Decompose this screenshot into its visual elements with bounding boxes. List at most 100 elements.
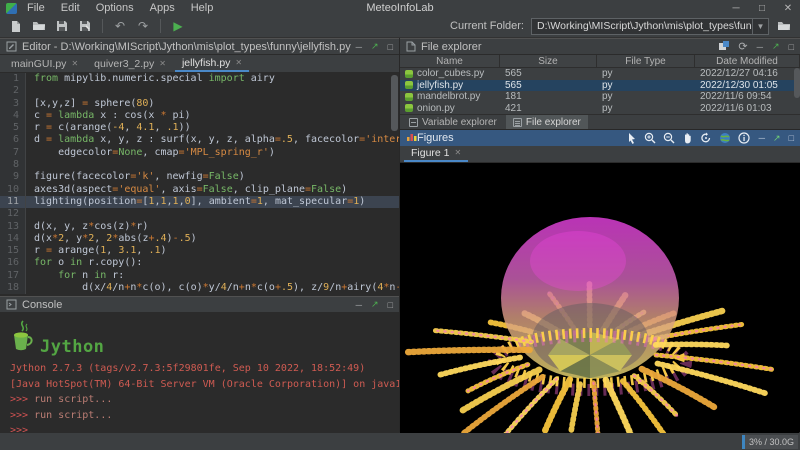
close-icon[interactable]: ✕ (159, 59, 166, 68)
menu-options[interactable]: Options (96, 2, 134, 14)
code-token: None (118, 146, 143, 158)
current-folder-combobox[interactable]: D:\Working\MIScript\Jython\mis\plot_type… (531, 17, 769, 35)
run-icon[interactable]: ▶ (170, 18, 186, 34)
console-prompt-line: >>> run script... (10, 392, 399, 408)
column-header-size[interactable]: Size (500, 55, 597, 67)
console-minimize-icon[interactable]: ─ (356, 300, 362, 310)
code-token: )) (178, 122, 191, 134)
editor-scrollbar[interactable] (391, 75, 398, 131)
figures-float-icon[interactable]: ↗ (773, 133, 781, 144)
rotate-icon[interactable] (700, 132, 712, 144)
close-icon[interactable]: ✕ (455, 148, 462, 157)
code-text: for n in r: (26, 270, 124, 282)
code-token: x, y, z : surf(x, y, z, alpha (94, 134, 275, 146)
console-float-icon[interactable]: ↗ (371, 299, 379, 310)
column-header-date-modified[interactable]: Date Modified (695, 55, 800, 67)
editor-float-icon[interactable]: ↗ (371, 41, 379, 52)
code-text: axes3d(aspect='equal', axis=False, clip_… (26, 184, 347, 196)
code-token: cos(z) (94, 220, 131, 232)
file-explorer-maximize-icon[interactable]: □ (789, 42, 794, 52)
tab-jellyfish-py[interactable]: jellyfish.py ✕ (174, 55, 250, 72)
table-row[interactable]: jellyfish.py 565 py 2022/12/30 01:05 (400, 79, 800, 91)
figures-maximize-icon[interactable]: □ (789, 133, 794, 143)
figures-panel-header: Figures ─ ↗ □ (400, 130, 800, 146)
code-token: axes3d(aspect (34, 183, 113, 195)
code-token: d(x, y, z (34, 220, 89, 232)
editor-minimize-icon[interactable]: ─ (356, 42, 362, 52)
redo-icon[interactable]: ↷ (135, 18, 151, 34)
jellyfish-plot (400, 163, 799, 433)
pan-hand-icon[interactable] (682, 132, 693, 144)
info-icon[interactable] (738, 132, 750, 144)
new-file-icon[interactable] (8, 18, 24, 34)
file-type-cell: py (602, 91, 613, 103)
file-table-scrollbar[interactable] (794, 68, 800, 98)
file-explorer-header: File explorer ⟳ ─ ↗ □ (400, 38, 800, 55)
close-icon[interactable]: ✕ (235, 58, 242, 67)
table-row[interactable]: color_cubes.py 565 py 2022/12/27 04:16 (400, 68, 800, 80)
new-window-icon[interactable] (718, 40, 730, 53)
window-maximize-button[interactable]: □ (756, 3, 768, 14)
python-file-icon (405, 104, 413, 113)
memory-usage-indicator[interactable]: 3% / 30.0G (742, 434, 798, 449)
menu-file[interactable]: File (27, 2, 45, 14)
open-folder-icon[interactable] (31, 18, 47, 34)
tab-figure-1[interactable]: Figure 1 ✕ (404, 145, 469, 162)
line-number: 15 (0, 245, 26, 258)
file-type-cell: py (602, 102, 613, 114)
file-name-cell: onion.py (400, 103, 500, 114)
chevron-down-icon[interactable]: ▼ (752, 18, 768, 34)
browse-folder-icon[interactable] (776, 18, 792, 34)
refresh-icon[interactable]: ⟳ (738, 40, 747, 53)
menu-apps[interactable]: Apps (150, 2, 175, 14)
save-as-icon[interactable] (77, 18, 93, 34)
file-name: color_cubes.py (417, 68, 485, 80)
code-text: d(x*2, y*2, 2*abs(z+.4)-.5) (26, 233, 197, 245)
code-line: 5r = c(arange(-4, 4.1, .1)) (0, 122, 399, 135)
code-line: 15 r = arange(1, 3.1, .1) (0, 245, 399, 258)
file-size-cell: 565 (505, 68, 522, 80)
code-token: , axis (160, 183, 197, 195)
table-row[interactable]: onion.py 421 py 2022/11/6 01:03 (400, 103, 800, 115)
zoom-in-icon[interactable] (644, 132, 656, 144)
code-token: /n (329, 282, 342, 294)
cursor-icon[interactable] (626, 132, 637, 144)
file-table-header: Name Size File Type Date Modified (400, 55, 800, 68)
line-number: 6 (0, 134, 26, 147)
code-text: figure(facecolor='k', newfig=False) (26, 171, 245, 183)
editor-maximize-icon[interactable]: □ (388, 42, 393, 52)
console-maximize-icon[interactable]: □ (388, 300, 393, 310)
save-icon[interactable] (54, 18, 70, 34)
file-explorer-float-icon[interactable]: ↗ (772, 41, 780, 52)
undo-icon[interactable]: ↶ (112, 18, 128, 34)
globe-icon[interactable] (719, 132, 731, 144)
tab-label: mainGUI.py (11, 57, 67, 70)
console-output[interactable]: Jython Jython 2.7.3 (tags/v2.7.3:5f29801… (0, 313, 399, 432)
zoom-out-icon[interactable] (663, 132, 675, 144)
code-text: d = lambda x, y, z : surf(x, y, z, alpha… (26, 134, 399, 146)
menu-help[interactable]: Help (191, 2, 214, 14)
code-editor[interactable]: 1 from mipylib.numeric.special import air… (0, 73, 399, 296)
editor-panel-title: Editor - D:\Working\MIScript\Jython\mis\… (22, 40, 351, 53)
figure-canvas[interactable] (400, 163, 800, 433)
tab-quiver3_2-py[interactable]: quiver3_2.py ✕ (87, 55, 173, 72)
tab-variable-explorer[interactable]: Variable explorer (402, 115, 504, 129)
close-icon[interactable]: ✕ (71, 59, 78, 68)
figures-minimize-icon[interactable]: ─ (759, 133, 765, 143)
line-number: 13 (0, 220, 26, 233)
code-token: 'MPL_spring_r' (184, 146, 269, 158)
file-explorer-minimize-icon[interactable]: ─ (757, 42, 763, 52)
column-header-file-type[interactable]: File Type (597, 55, 695, 67)
window-close-button[interactable]: ✕ (782, 3, 794, 14)
window-minimize-button[interactable]: ─ (730, 3, 742, 14)
table-row[interactable]: mandelbrot.py 181 py 2022/11/6 09:54 (400, 91, 800, 103)
figure-tab-label: Figure 1 (411, 146, 450, 159)
tab-maingui-py[interactable]: mainGUI.py ✕ (4, 55, 85, 72)
tab-file-explorer[interactable]: File explorer (505, 115, 588, 129)
current-folder-value[interactable]: D:\Working\MIScript\Jython\mis\plot_type… (532, 20, 752, 32)
file-modified-cell: 2022/12/27 04:16 (700, 68, 778, 80)
menu-edit[interactable]: Edit (61, 2, 80, 14)
current-folder-label: Current Folder: (450, 20, 524, 32)
column-header-name[interactable]: Name (400, 55, 500, 67)
code-lines: 1 from mipylib.numeric.special import air… (0, 73, 399, 295)
